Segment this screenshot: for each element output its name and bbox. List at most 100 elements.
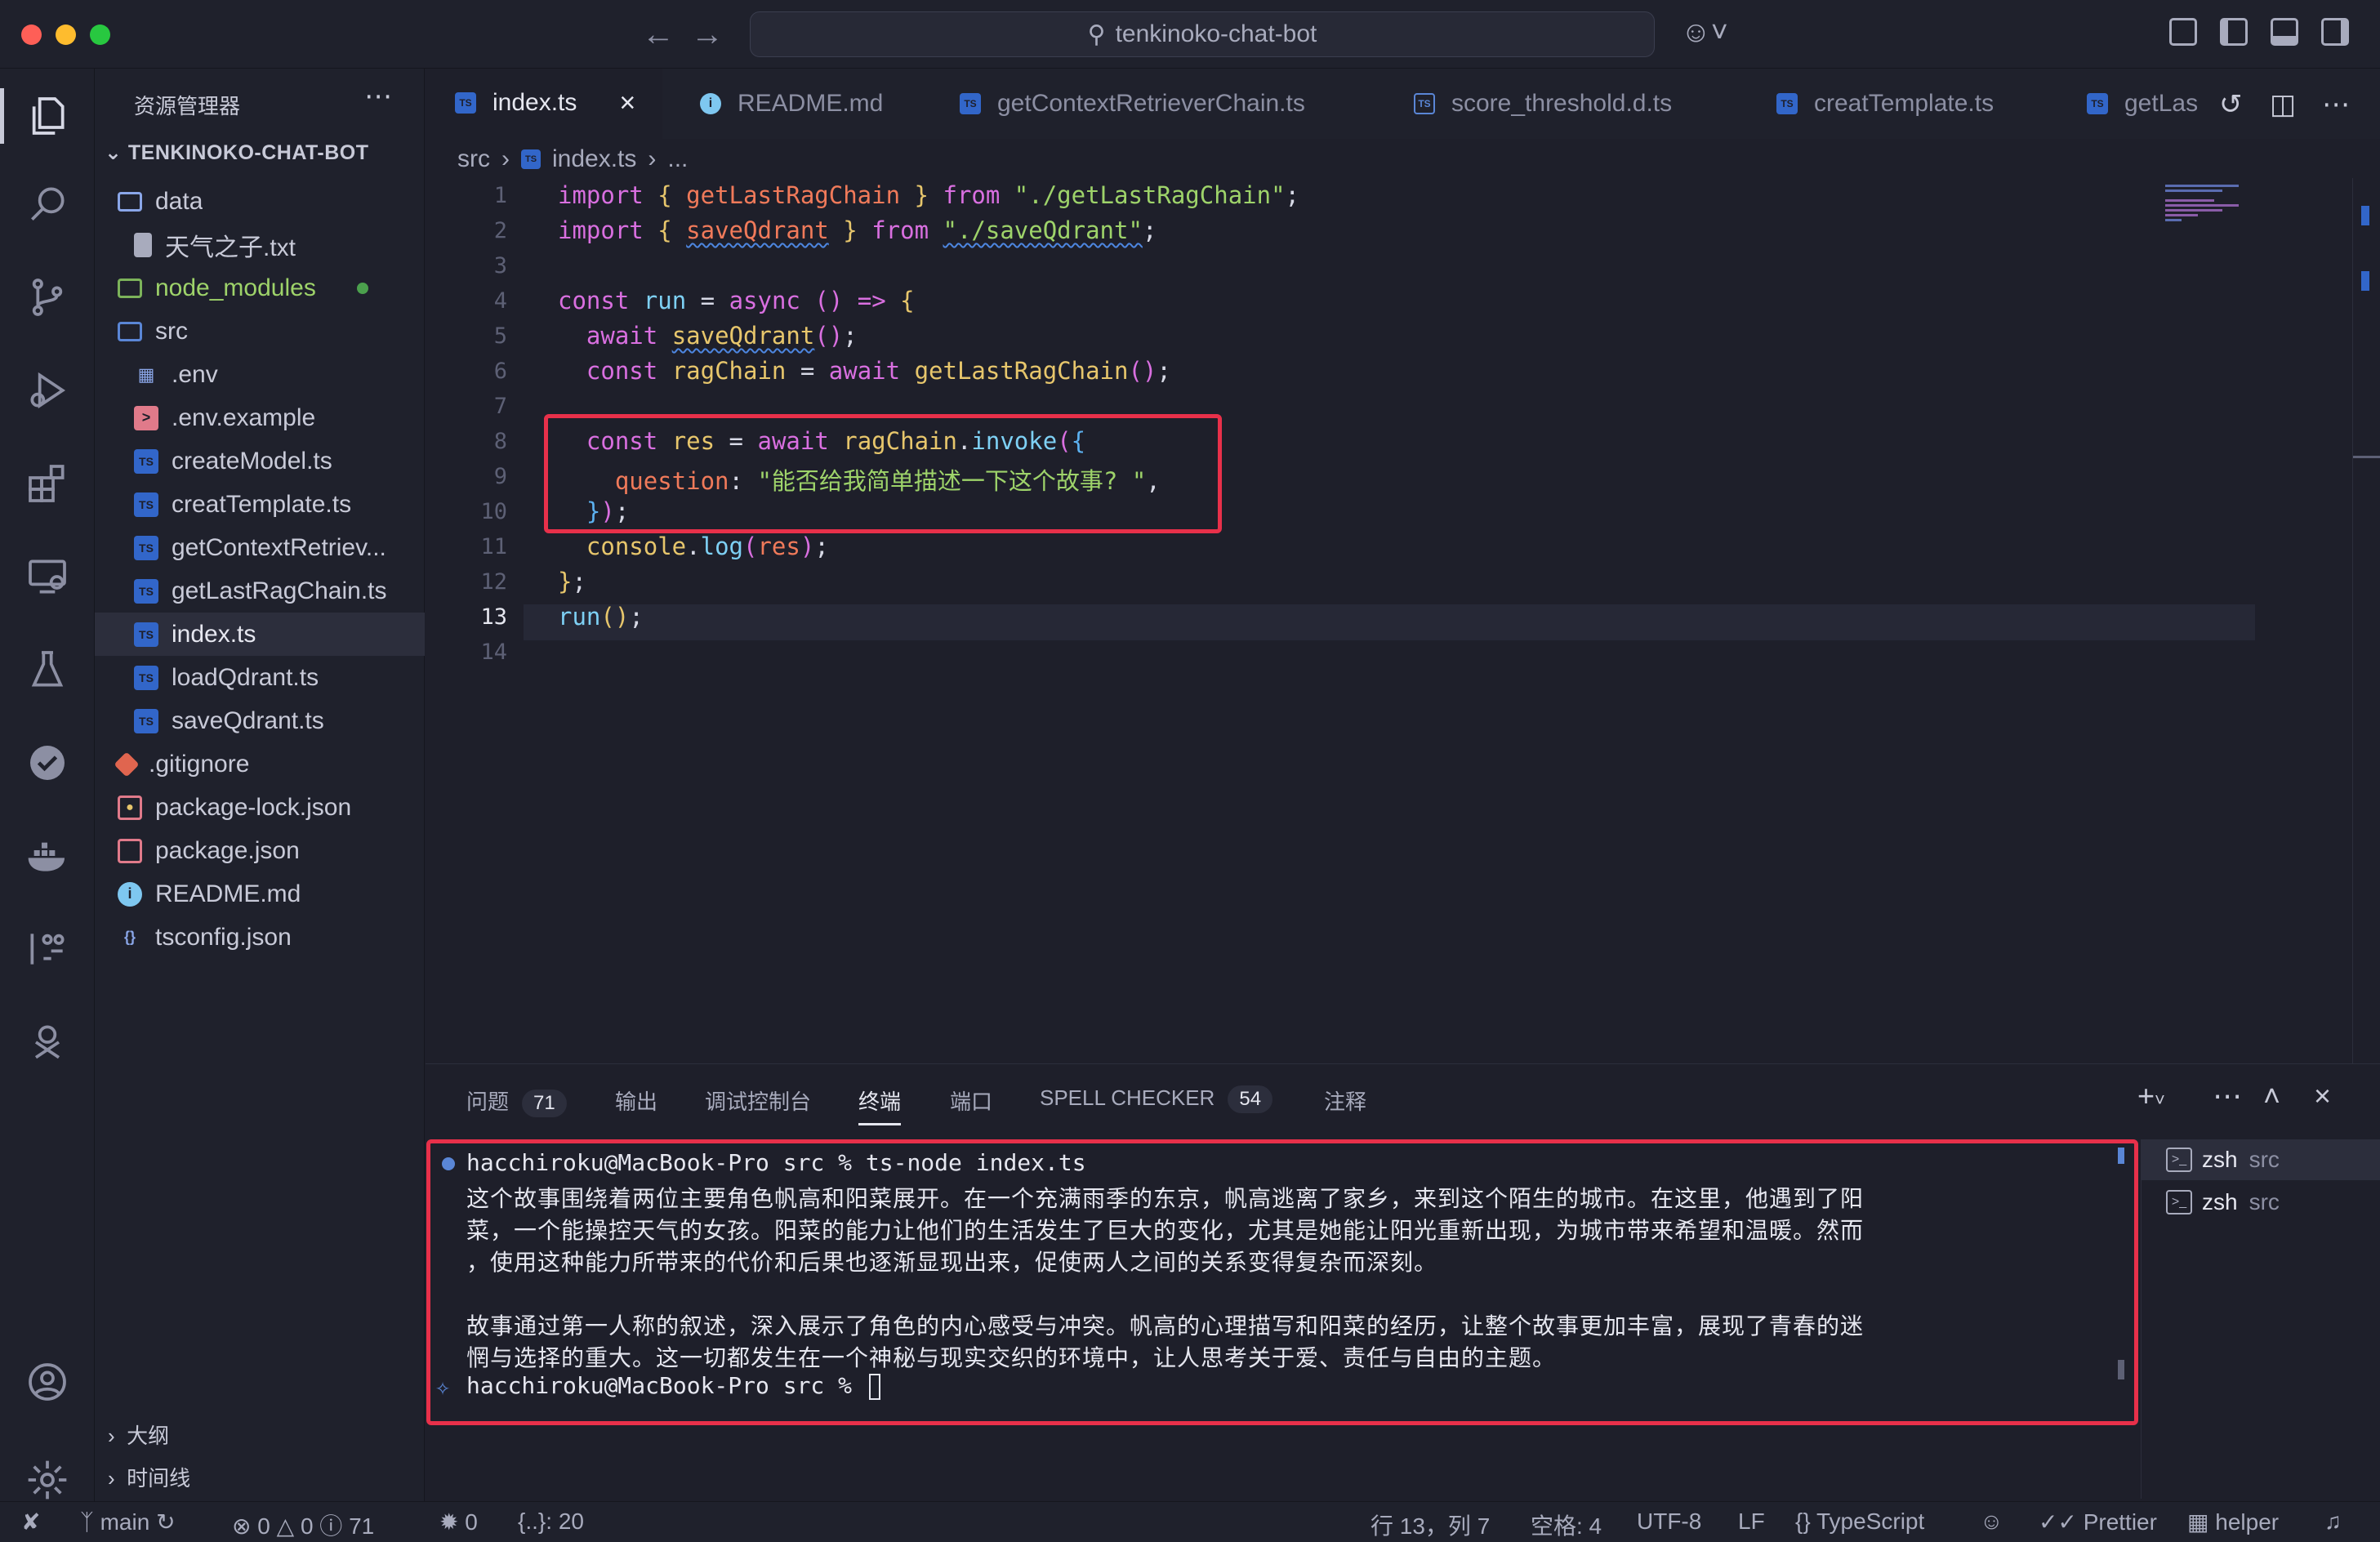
back-arrow-icon[interactable]: ← (642, 15, 675, 54)
terminal-output: 惘与选择的重大。这一切都发生在一个神秘与现实交织的环境中，让人思考关于爱、责任与… (466, 1344, 1557, 1371)
terminal-scroll-thumb[interactable] (2118, 1360, 2124, 1379)
tree-file-getlastragchain[interactable]: TS getLastRagChain.ts (95, 569, 425, 613)
minimap-line (2165, 209, 2222, 212)
tree-file-tsconfig[interactable]: {} tsconfig.json (95, 916, 425, 959)
terminal[interactable]: hacchiroku@MacBook-Pro src % ts-node ind… (426, 1064, 2141, 1425)
remote-indicator-icon[interactable]: ✘ (21, 1509, 40, 1535)
prettier-status[interactable]: ✓✓ Prettier (2039, 1509, 2157, 1535)
close-window-button[interactable] (21, 25, 42, 45)
chevron-right-icon: › (501, 145, 510, 172)
branch-indicator[interactable]: ᛉ main ↻ (80, 1509, 176, 1535)
tab-getlastragchain[interactable]: TS getLas (2057, 69, 2221, 139)
terminal-prompt: hacchiroku@MacBook-Pro src % (466, 1372, 880, 1400)
panel-more-icon[interactable]: ⋯ (2213, 1079, 2242, 1113)
tree-folder-data[interactable]: data (95, 180, 425, 223)
braces-icon: {} (1795, 1509, 1811, 1534)
cursor-position[interactable]: 行 13，列 7 (1371, 1509, 1490, 1541)
source-control-icon[interactable] (0, 258, 95, 336)
brackets-indicator[interactable]: {..}: 20 (518, 1509, 584, 1535)
search-icon[interactable] (0, 165, 95, 243)
maximize-panel-icon[interactable]: ˄ (2263, 1079, 2280, 1113)
explorer-icon[interactable] (0, 77, 95, 155)
tree-file-saveqdrant[interactable]: TS saveQdrant.ts (95, 699, 425, 742)
tab-score-threshold[interactable]: TS score_threshold.d.ts (1384, 69, 1672, 139)
tree-file-txt[interactable]: 天气之子.txt (95, 223, 425, 266)
timeline-section[interactable]: › 时间线 (108, 1462, 190, 1492)
forward-arrow-icon[interactable]: → (691, 15, 724, 54)
run-debug-icon[interactable] (0, 351, 95, 430)
checklist-icon[interactable] (0, 724, 95, 802)
testing-icon[interactable] (0, 631, 95, 709)
breadcrumb-symbol[interactable]: ... (667, 145, 688, 173)
toggle-secondary-sidebar-icon[interactable] (2321, 18, 2349, 46)
info-icon: ⓘ (319, 1513, 343, 1539)
problems-indicator[interactable]: ⊗ 0 △ 0 ⓘ 71 (232, 1509, 374, 1541)
tab-getcontextretrieverchain[interactable]: TS getContextRetrieverChain.ts (930, 69, 1305, 139)
tab-creattemplate[interactable]: TS creatTemplate.ts (1747, 69, 1994, 139)
line-ending[interactable]: LF (1738, 1509, 1765, 1535)
minimize-window-button[interactable] (56, 25, 76, 45)
encoding[interactable]: UTF-8 (1637, 1509, 1701, 1535)
editor-scrollbar[interactable] (2352, 178, 2380, 1063)
terminal-instance-1[interactable]: >_ zsh src (2142, 1139, 2380, 1180)
title-bar: ← → ⚲ tenkinoko-chat-bot ☺˅ (0, 0, 2380, 69)
outline-section[interactable]: › 大纲 (108, 1419, 169, 1450)
tree-file-package-lock[interactable]: ● package-lock.json (95, 786, 425, 829)
tree-file-gitignore[interactable]: .gitignore (95, 742, 425, 786)
copilot-icon[interactable]: ☺˅ (1681, 15, 1728, 49)
tab-readme[interactable]: i README.md (671, 69, 883, 139)
tree-file-package[interactable]: package.json (95, 829, 425, 872)
workspace-root-folder[interactable]: ⌄ TENKINOKO-CHAT-BOT (105, 140, 369, 165)
tree-folder-node-modules[interactable]: node_modules (95, 266, 425, 310)
terminal-instance-2[interactable]: >_ zsh src (2142, 1182, 2380, 1223)
tree-file-createmodel[interactable]: TS createModel.ts (95, 439, 425, 483)
scrollbar-marker (2361, 271, 2369, 291)
docker-icon[interactable] (0, 817, 95, 895)
line-number: 11 (480, 534, 507, 559)
ts-file-icon: TS (134, 622, 158, 647)
more-actions-icon[interactable]: ⋯ (364, 80, 392, 113)
tree-file-env[interactable]: ▦ .env (95, 353, 425, 396)
breadcrumb-folder[interactable]: src (457, 145, 490, 173)
line-number: 9 (493, 464, 507, 489)
toggle-sidebar-icon[interactable] (2220, 18, 2248, 46)
helper-status[interactable]: ▦ helper (2187, 1509, 2279, 1535)
tree-file-loadqdrant[interactable]: TS loadQdrant.ts (95, 656, 425, 699)
close-panel-icon[interactable]: × (2314, 1079, 2331, 1113)
minimap-line (2165, 204, 2239, 207)
env-file-icon: ▦ (137, 363, 155, 385)
minimap[interactable] (2165, 181, 2353, 247)
editor-more-icon[interactable]: ⋯ (2322, 88, 2350, 121)
language-mode[interactable]: {} TypeScript (1795, 1509, 1924, 1535)
command-center-search[interactable]: ⚲ tenkinoko-chat-bot (750, 11, 1655, 57)
customize-layout-icon[interactable] (2169, 18, 2197, 46)
tree-file-index[interactable]: TS index.ts (95, 613, 425, 656)
notifications-bell-icon[interactable]: ♫ (2324, 1509, 2342, 1535)
tab-index-ts[interactable]: TS index.ts × (426, 69, 662, 139)
copilot-status-icon[interactable]: ☺ (1980, 1509, 2003, 1535)
indentation[interactable]: 空格: 4 (1531, 1509, 1602, 1541)
tree-file-readme[interactable]: i README.md (95, 872, 425, 916)
remote-explorer-icon[interactable] (0, 537, 95, 616)
tree-file-getcontextretriever[interactable]: TS getContextRetriev... (95, 526, 425, 569)
close-tab-icon[interactable]: × (619, 87, 635, 119)
breadcrumb-file[interactable]: index.ts (552, 145, 636, 173)
terminal-scrollbar[interactable] (2118, 1148, 2124, 1164)
extensions-icon[interactable] (0, 444, 95, 523)
new-terminal-icon[interactable]: +˅ (2137, 1079, 2165, 1113)
git-graph-icon[interactable] (0, 910, 95, 988)
tree-folder-src[interactable]: src (95, 310, 425, 353)
sparkle-icon[interactable]: ✧ (435, 1373, 450, 1402)
toggle-panel-icon[interactable] (2271, 18, 2298, 46)
code-editor[interactable]: 1 2 3 4 5 6 7 8 9 10 11 12 13 14 import … (426, 178, 2380, 1063)
split-editor-icon[interactable]: ◫ (2270, 88, 2296, 121)
timeline-history-icon[interactable]: ↺ (2219, 88, 2243, 121)
tree-file-env-example[interactable]: > .env.example (95, 396, 425, 439)
ports-indicator[interactable]: ✹ 0 (439, 1509, 478, 1535)
test-beaker-icon[interactable] (0, 1003, 95, 1081)
minimap-line (2165, 199, 2214, 202)
account-icon[interactable] (0, 1343, 95, 1421)
ts-file-icon: TS (134, 448, 158, 474)
maximize-window-button[interactable] (90, 25, 110, 45)
tree-file-creattemplate[interactable]: TS creatTemplate.ts (95, 483, 425, 526)
